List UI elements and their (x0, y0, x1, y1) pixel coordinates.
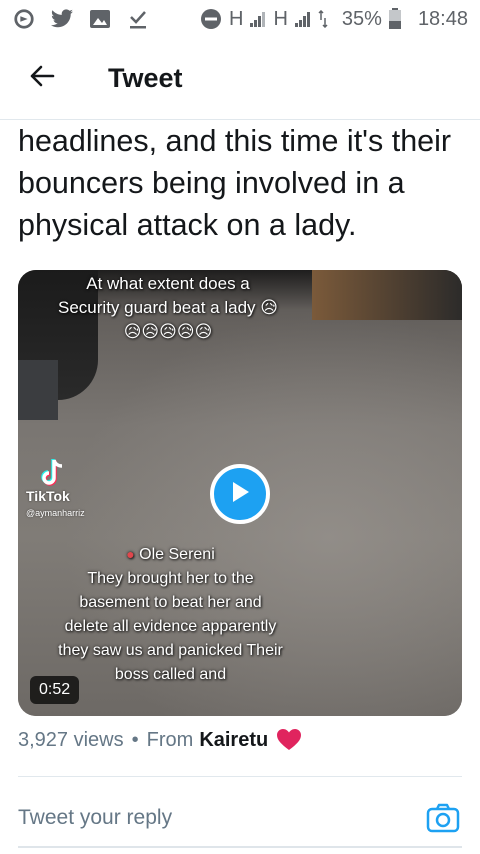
view-count: 3,927 views (18, 728, 124, 751)
app-bar: Tweet (0, 38, 480, 120)
reply-bar: Tweet your reply (0, 790, 480, 846)
reply-input[interactable]: Tweet your reply (18, 806, 408, 830)
vpn-icon (12, 7, 36, 31)
video-frame-car-side (18, 360, 58, 420)
signal-icon (294, 7, 312, 31)
divider (18, 776, 462, 777)
status-bar: H H 35% 18:48 (0, 0, 480, 38)
heart-icon (276, 728, 302, 752)
tiktok-watermark: TikTok @aymanharriz (26, 458, 85, 518)
pin-icon: ● (126, 546, 135, 562)
play-icon (229, 480, 251, 509)
location-text: Ole Sereni (139, 546, 215, 563)
signal-icon (249, 7, 267, 31)
status-bar-notifications (12, 7, 150, 31)
tiktok-handle: @aymanharriz (26, 508, 85, 518)
back-button[interactable] (18, 55, 66, 103)
reply-underline (18, 846, 462, 848)
camera-icon (426, 803, 460, 838)
arrow-left-icon (29, 64, 55, 93)
do-not-disturb-icon (199, 7, 223, 31)
tiktok-label: TikTok (26, 488, 70, 504)
gallery-icon (88, 7, 112, 31)
status-bar-system: H H 35% 18:48 (199, 7, 468, 31)
battery-percent: 35% (341, 7, 382, 30)
video-caption-top: At what extent does a Security guard bea… (58, 274, 278, 341)
video-caption-body: ● Ole Sereni They brought her to the bas… (58, 542, 283, 687)
view-count-row: 3,927 views • From Kairetu (18, 728, 302, 752)
clock: 18:48 (417, 7, 468, 30)
battery-icon (388, 7, 402, 31)
play-button[interactable] (210, 464, 270, 524)
page-title: Tweet (108, 63, 183, 93)
caption-body-text: They brought her to the basement to beat… (58, 570, 283, 683)
tweet-text: headlines, and this time it's their boun… (18, 124, 452, 242)
camera-button[interactable] (426, 802, 460, 834)
location-row: ● Ole Sereni (58, 542, 283, 567)
from-label: From (146, 728, 194, 751)
video-player[interactable]: At what extent does a Security guard bea… (18, 270, 462, 716)
from-user-link[interactable]: Kairetu (199, 729, 268, 752)
separator: • (131, 728, 139, 751)
download-done-icon (126, 7, 150, 31)
tiktok-logo-icon (40, 458, 70, 488)
twitter-icon (50, 7, 74, 31)
network-type-2: H (273, 7, 288, 30)
data-arrows-icon (318, 7, 328, 31)
video-duration: 0:52 (30, 676, 80, 704)
network-type-1: H (229, 7, 244, 30)
video-frame-wall (312, 270, 462, 320)
